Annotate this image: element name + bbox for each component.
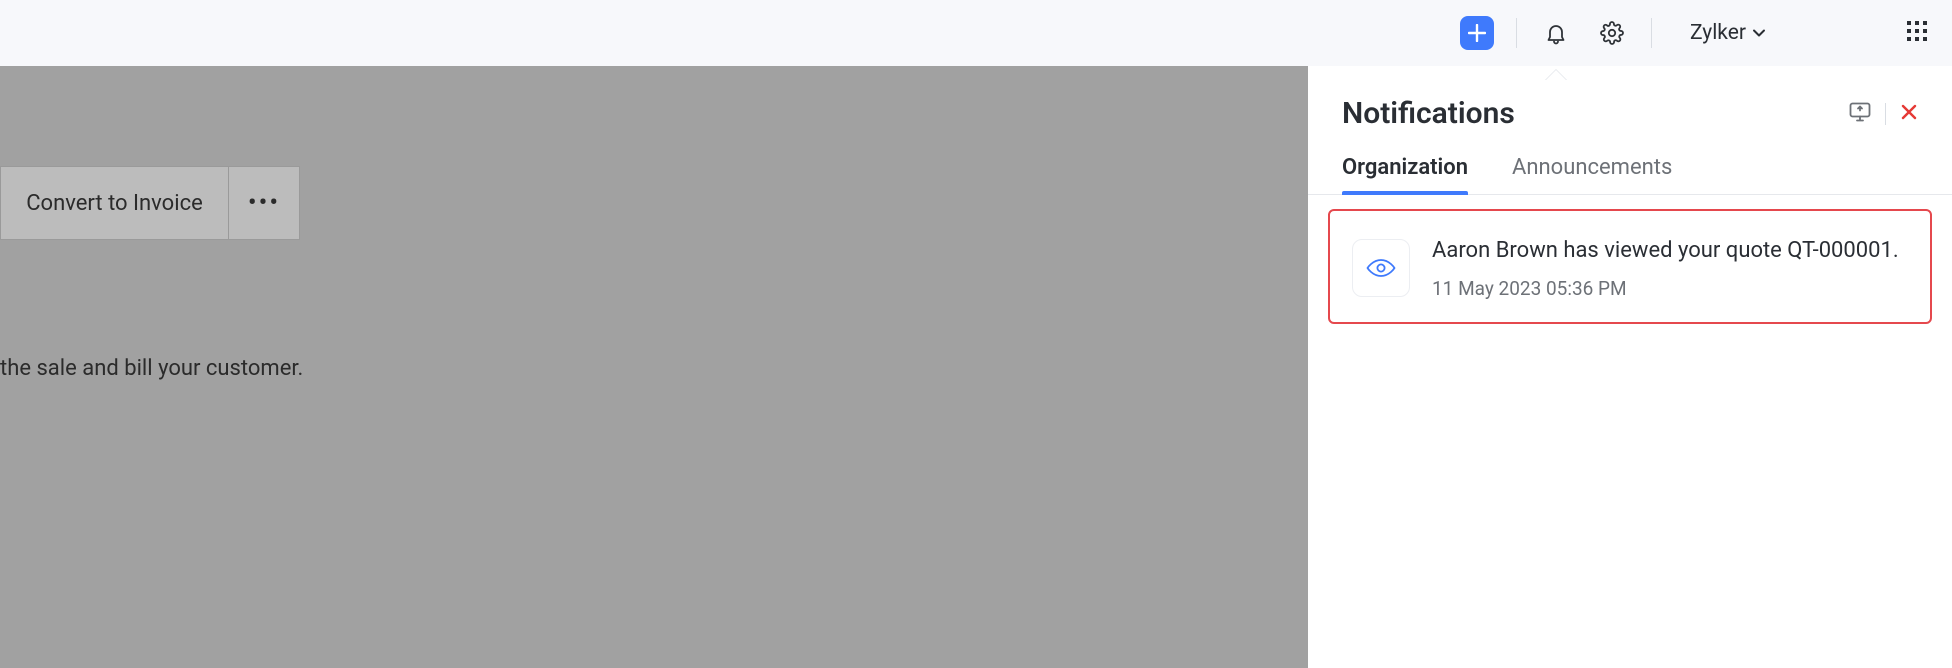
tab-announcements[interactable]: Announcements bbox=[1512, 155, 1672, 194]
app-launcher-button[interactable] bbox=[1906, 20, 1928, 46]
close-panel-button[interactable] bbox=[1900, 103, 1918, 125]
divider bbox=[1885, 103, 1886, 125]
quote-description-fragment: the sale and bill your customer. bbox=[0, 356, 303, 381]
notifications-title: Notifications bbox=[1342, 96, 1515, 131]
organization-name: Zylker bbox=[1690, 21, 1746, 45]
convert-to-invoice-button[interactable]: Convert to Invoice bbox=[1, 167, 229, 239]
add-button[interactable] bbox=[1460, 16, 1494, 50]
notification-tabs: Organization Announcements bbox=[1308, 131, 1952, 195]
tab-organization[interactable]: Organization bbox=[1342, 155, 1468, 194]
notifications-button[interactable] bbox=[1539, 16, 1573, 50]
notification-time: 11 May 2023 05:36 PM bbox=[1432, 277, 1899, 300]
desktop-notifications-button[interactable] bbox=[1849, 102, 1871, 126]
plus-icon bbox=[1468, 24, 1486, 42]
monitor-icon bbox=[1849, 102, 1871, 122]
settings-button[interactable] bbox=[1595, 16, 1629, 50]
notifications-panel: Notifications Organization Announcements bbox=[1308, 66, 1952, 668]
chevron-down-icon bbox=[1752, 26, 1766, 40]
organization-selector[interactable]: Zylker bbox=[1684, 21, 1772, 45]
divider bbox=[1651, 18, 1652, 48]
apps-grid-icon bbox=[1906, 20, 1928, 42]
notification-type-icon-wrap bbox=[1352, 239, 1410, 297]
quote-toolbar: Convert to Invoice ••• bbox=[0, 166, 300, 240]
more-actions-button[interactable]: ••• bbox=[229, 167, 299, 239]
notification-item[interactable]: Aaron Brown has viewed your quote QT-000… bbox=[1328, 209, 1932, 324]
close-icon bbox=[1900, 103, 1918, 121]
gear-icon bbox=[1600, 21, 1624, 45]
eye-icon bbox=[1366, 258, 1396, 278]
divider bbox=[1516, 18, 1517, 48]
notification-text: Aaron Brown has viewed your quote QT-000… bbox=[1432, 235, 1899, 267]
bell-icon bbox=[1544, 21, 1568, 45]
popover-caret bbox=[1545, 70, 1567, 81]
